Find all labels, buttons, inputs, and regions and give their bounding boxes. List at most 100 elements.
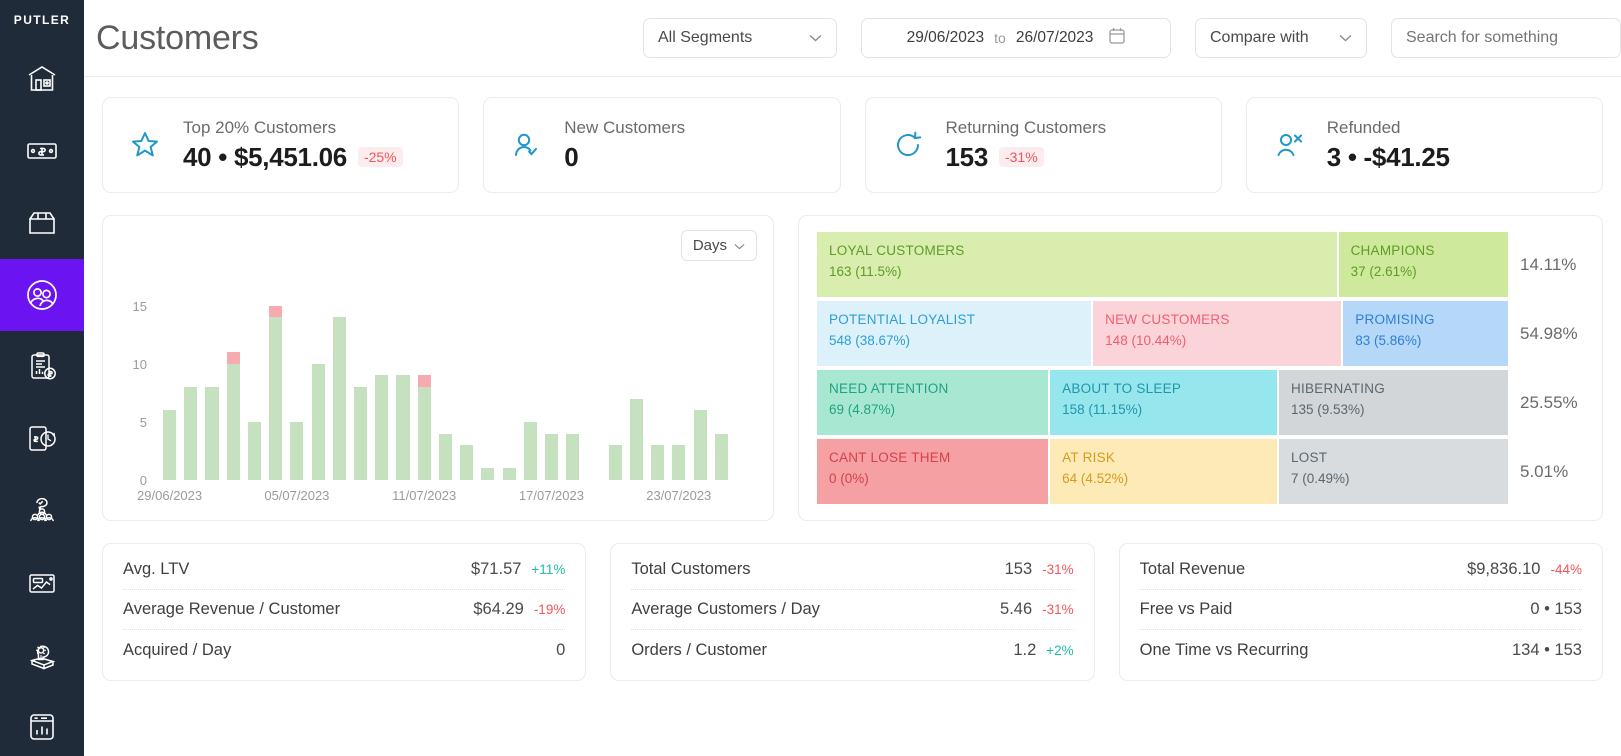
stat-row[interactable]: Average Revenue / Customer $64.29 -19% [123, 590, 566, 630]
chart-bar[interactable] [247, 421, 262, 480]
rfm-segment-cell[interactable]: POTENTIAL LOYALIST 548 (38.67%) [817, 301, 1092, 366]
nav-dashboard[interactable] [0, 691, 84, 756]
chart-bar[interactable] [523, 421, 537, 480]
rfm-segment-cell[interactable]: CHAMPIONS 37 (2.61%) [1338, 232, 1508, 297]
stat-label: Average Revenue / Customer [123, 600, 341, 618]
chart-bar-slot[interactable] [499, 294, 520, 480]
chart-bar-slot[interactable] [371, 294, 392, 480]
chart-bar-slot[interactable] [350, 294, 371, 480]
chart-bar[interactable] [184, 387, 198, 480]
chart-bar[interactable] [481, 468, 495, 480]
chart-bar-slot[interactable] [392, 294, 413, 480]
chart-bar-segment-returning [311, 363, 325, 480]
chart-bar-slot[interactable] [732, 294, 753, 480]
nav-orders[interactable] [0, 331, 84, 403]
chart-bar-slot[interactable] [265, 294, 286, 480]
chart-bar[interactable] [460, 445, 474, 480]
date-range-picker[interactable]: 29/06/2023 to 26/07/2023 [861, 18, 1171, 58]
chart-bar[interactable] [290, 421, 304, 480]
chart-bar[interactable] [693, 410, 707, 480]
nav-store[interactable] [0, 43, 84, 115]
nav-sales[interactable] [0, 115, 84, 187]
rfm-segment-cell[interactable]: CANT LOSE THEM 0 (0%) [817, 439, 1049, 504]
chart-bar[interactable] [651, 445, 665, 480]
stat-row[interactable]: Total Customers 153 -31% [631, 550, 1074, 590]
chart-bar-slot[interactable] [562, 294, 583, 480]
chart-bar[interactable] [502, 468, 516, 480]
chart-bar[interactable] [332, 317, 346, 480]
nav-products[interactable] [0, 187, 84, 259]
chart-bar-slot[interactable] [244, 294, 265, 480]
chart-bar-slot[interactable] [435, 294, 456, 480]
chart-bar[interactable] [417, 375, 431, 480]
stat-row[interactable]: Avg. LTV $71.57 +11% [123, 550, 566, 590]
rfm-segment-cell[interactable]: HIBERNATING 135 (9.53%) [1279, 370, 1508, 435]
chart-bar-slot[interactable] [711, 294, 732, 480]
chart-bar[interactable] [566, 433, 580, 480]
stat-row[interactable]: One Time vs Recurring 134 • 153 [1140, 630, 1582, 670]
compare-select[interactable]: Compare with [1195, 18, 1367, 58]
chart-bar[interactable] [205, 387, 219, 480]
chart-bar-slot[interactable] [477, 294, 498, 480]
chart-bar[interactable] [608, 445, 622, 480]
chart-bar-slot[interactable] [605, 294, 626, 480]
chart-bar-slot[interactable] [583, 294, 604, 480]
stat-row[interactable]: Free vs Paid 0 • 153 [1139, 590, 1582, 630]
chart-bar[interactable] [544, 433, 559, 480]
rfm-segment-cell[interactable]: PROMISING 83 (5.86%) [1343, 301, 1508, 366]
search-input[interactable] [1391, 18, 1621, 58]
stat-row[interactable]: Total Revenue $9,836.10 -44% [1139, 550, 1582, 590]
kpi-label: Refunded [1326, 117, 1401, 137]
rfm-segment-name: CHAMPIONS [1350, 243, 1435, 258]
nav-goals[interactable] [0, 619, 84, 691]
nav-audience[interactable] [0, 475, 84, 547]
chart-bar-slot[interactable] [456, 294, 477, 480]
chart-bar-slot[interactable] [414, 294, 435, 480]
chart-bar-slot[interactable] [689, 294, 710, 480]
chart-bar[interactable] [311, 363, 325, 480]
rfm-segment-cell[interactable]: NEW CUSTOMERS 148 (10.44%) [1093, 301, 1342, 366]
chart-bar-segment-returning [417, 387, 431, 480]
segment-select[interactable]: All Segments [643, 18, 837, 58]
chart-bar-slot[interactable] [329, 294, 350, 480]
nav-subscriptions[interactable] [0, 403, 84, 475]
chart-bar[interactable] [672, 445, 686, 480]
chart-bar-slot[interactable] [626, 294, 647, 480]
chart-bar[interactable] [714, 433, 728, 480]
chart-bar[interactable] [163, 410, 177, 480]
nav-insights[interactable] [0, 547, 84, 619]
chart-bar[interactable] [629, 398, 643, 480]
chart-bar-slot[interactable] [647, 294, 668, 480]
kpi-card[interactable]: Refunded 3 • -$41.25 [1245, 97, 1603, 193]
chart-bar-slot[interactable] [180, 294, 201, 480]
chart-bar[interactable] [375, 375, 389, 480]
chart-bar-slot[interactable] [201, 294, 222, 480]
rfm-segment-cell[interactable]: AT RISK 64 (4.52%) [1050, 439, 1277, 504]
stat-row[interactable]: Average Customers / Day 5.46 -31% [631, 590, 1074, 630]
chart-bar[interactable] [438, 433, 453, 480]
rfm-segment-cell[interactable]: ABOUT TO SLEEP 158 (11.15%) [1050, 370, 1277, 435]
stat-row[interactable]: Orders / Customer 1.2 +2% [631, 630, 1073, 670]
stat-row[interactable]: Acquired / Day 0 [123, 630, 565, 670]
chart-bar-segment-returning [396, 375, 410, 480]
chart-bar-slot[interactable] [541, 294, 562, 480]
chart-bar-slot[interactable] [308, 294, 329, 480]
granularity-button[interactable]: Days [680, 230, 757, 261]
rfm-segment-cell[interactable]: NEED ATTENTION 69 (4.87%) [817, 370, 1049, 435]
chart-bar-slot[interactable] [286, 294, 307, 480]
chart-bar-slot[interactable] [668, 294, 689, 480]
nav-customers[interactable] [0, 259, 84, 331]
chart-bar[interactable] [226, 352, 240, 480]
rfm-segment-cell[interactable]: LOST 7 (0.49%) [1279, 439, 1508, 504]
rfm-segment-cell[interactable]: LOYAL CUSTOMERS 163 (11.5%) [817, 232, 1337, 297]
rfm-segment-name: NEW CUSTOMERS [1105, 312, 1230, 327]
chart-bar-slot[interactable] [520, 294, 541, 480]
kpi-card[interactable]: New Customers 0 [483, 97, 841, 193]
chart-bar[interactable] [396, 375, 410, 480]
chart-bar-slot[interactable] [223, 294, 244, 480]
kpi-card[interactable]: Returning Customers 153 -31% [864, 97, 1222, 193]
chart-bar[interactable] [354, 387, 368, 480]
chart-bar-slot[interactable] [159, 294, 180, 480]
chart-bar[interactable] [269, 305, 283, 480]
kpi-card[interactable]: Top 20% Customers 40 • $5,451.06 -25% [102, 97, 460, 193]
